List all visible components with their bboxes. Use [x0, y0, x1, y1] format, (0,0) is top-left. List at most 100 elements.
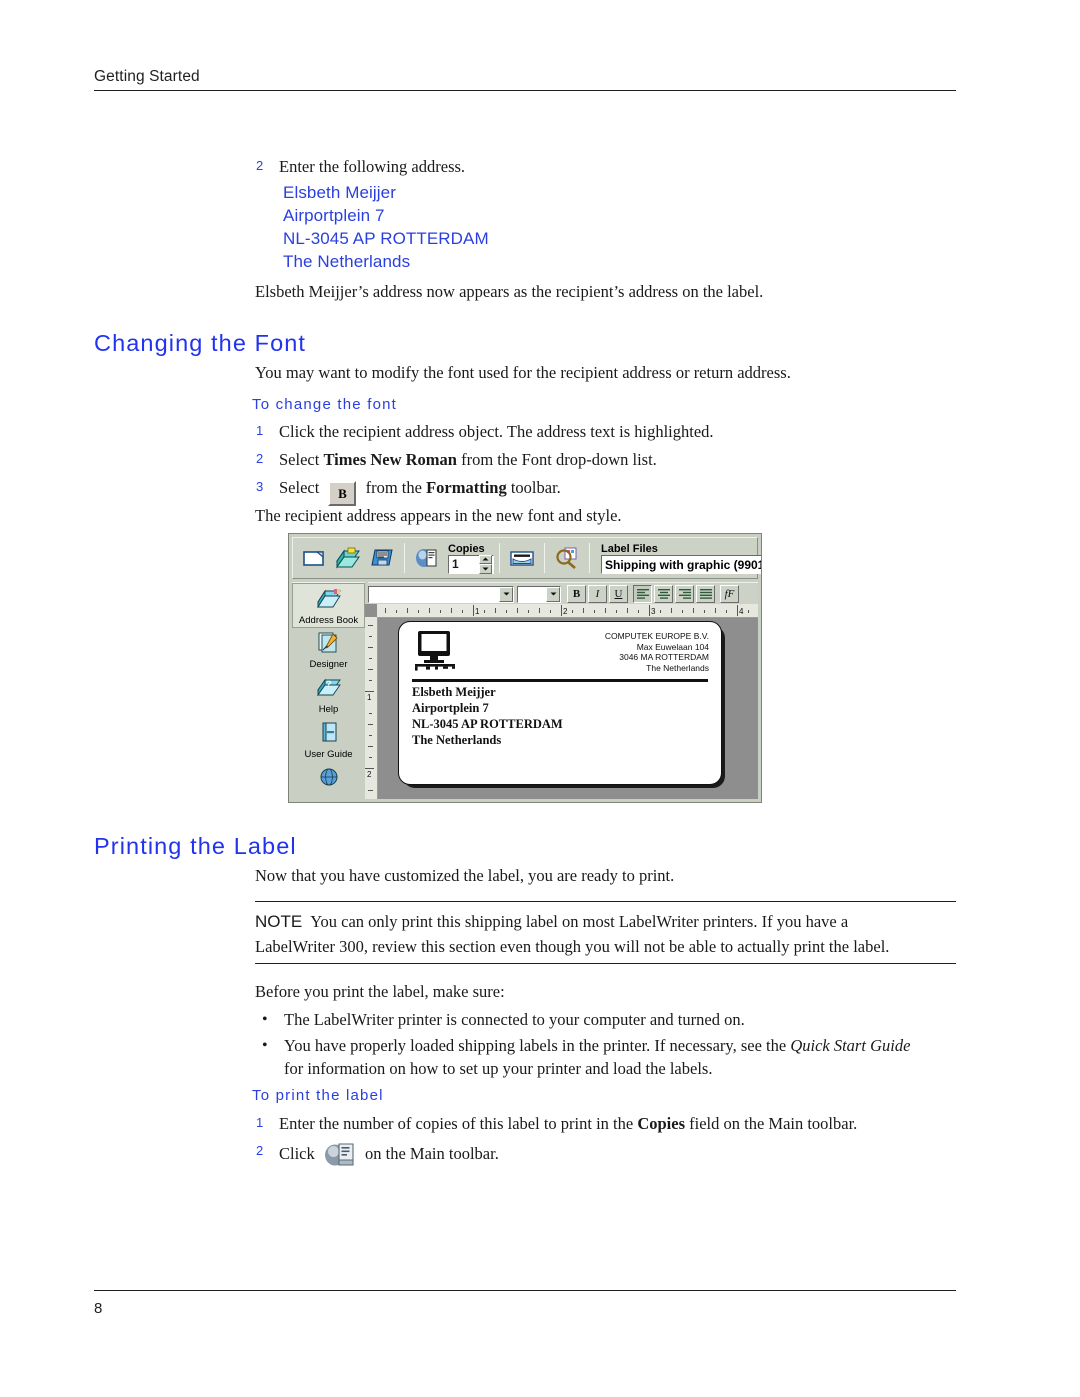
step-text: Enter the following address.: [279, 157, 466, 176]
align-justify-button[interactable]: [696, 585, 715, 603]
align-center-button[interactable]: [654, 585, 673, 603]
sidebar-label: Designer: [309, 659, 348, 670]
chevron-down-icon[interactable]: [499, 586, 513, 602]
label-canvas[interactable]: 1 2 3 4 1 2 COMPUTEK EUROPE B.V. Max Euw…: [365, 604, 758, 799]
return-address-line-4: The Netherlands: [646, 662, 709, 673]
vertical-ruler: 1 2: [365, 617, 378, 799]
label-return-address: COMPUTEK EUROPE B.V. Max Euwelaan 104 30…: [605, 631, 709, 673]
step-number: 2: [256, 158, 264, 173]
sidebar-item-user-guide[interactable]: User Guide: [292, 718, 365, 763]
before-print-text: Before you print the label, make sure:: [255, 982, 505, 1001]
vruler-mark-1: 1: [367, 693, 372, 702]
step-text-pre: Click: [279, 1144, 319, 1163]
copies-value: 1: [452, 557, 459, 571]
underline-button[interactable]: U: [609, 585, 628, 603]
labelwriter-app-screenshot: Copies 1 Label Files Shipping with graph…: [288, 533, 762, 803]
font-size-dropdown[interactable]: [517, 585, 561, 603]
list-item: 3 Select B from the Formatting toolbar.: [256, 476, 956, 506]
stepper-up-icon[interactable]: [479, 554, 492, 564]
list-item: • You have properly loaded shipping labe…: [258, 1034, 958, 1080]
address-book-icon: [316, 587, 342, 614]
step-number: 2: [256, 451, 264, 466]
address-line-3: NL-3045 AP ROTTERDAM: [283, 229, 489, 248]
address-line-1: Elsbeth Meijjer: [283, 183, 396, 202]
label-files-input[interactable]: Shipping with graphic (99014): [601, 554, 761, 574]
svg-text:?: ?: [326, 679, 332, 689]
step-number: 1: [256, 423, 264, 438]
app-sidebar: Address Book Designer ? Help User Guide: [292, 582, 365, 800]
user-guide-icon: [316, 721, 342, 748]
sidebar-item-help[interactable]: ? Help: [292, 673, 365, 718]
new-label-icon[interactable]: [301, 545, 327, 571]
step-text-pre: Select: [279, 450, 324, 469]
step-text-post: on the Main toolbar.: [360, 1144, 499, 1163]
label-files-group: Label Files Shipping with graphic (99014…: [601, 542, 761, 574]
font-name-dropdown[interactable]: [368, 585, 514, 603]
sidebar-item-address-book[interactable]: Address Book: [292, 583, 365, 628]
step-text: Select B from the Formatting toolbar.: [279, 476, 561, 506]
italic-button[interactable]: I: [588, 585, 607, 603]
open-file-icon[interactable]: [335, 545, 361, 571]
insert-label-icon[interactable]: [509, 545, 535, 571]
formatting-toolbar: B I U fF: [368, 582, 758, 605]
note-rule-bottom: [255, 963, 956, 964]
bold-button[interactable]: B: [567, 585, 586, 603]
ruler-mark-4: 4: [739, 607, 744, 616]
document-page: Getting Started 2 Enter the following ad…: [0, 0, 1080, 1397]
procedure-heading-change-font: To change the font: [252, 396, 398, 413]
bullet-text: You have properly loaded shipping labels…: [284, 1034, 910, 1080]
list-item: 1 Enter the number of copies of this lab…: [256, 1112, 966, 1135]
bullet-text-italic: Quick Start Guide: [790, 1036, 911, 1055]
font-size-value: [518, 587, 546, 602]
printer-icon: [323, 1140, 357, 1174]
bullet-glyph: •: [262, 1011, 268, 1028]
save-file-icon[interactable]: [369, 545, 395, 571]
globe-icon: [316, 766, 342, 793]
changing-font-result: The recipient address appears in the new…: [255, 506, 622, 525]
print-icon[interactable]: [414, 545, 440, 571]
horizontal-ruler: 1 2 3 4: [377, 604, 758, 618]
copies-stepper[interactable]: [479, 554, 492, 574]
stepper-down-icon[interactable]: [479, 564, 492, 574]
label-recipient-address[interactable]: Elsbeth Meijjer Airportplein 7 NL-3045 A…: [412, 684, 563, 748]
bold-button-glyph: B: [328, 481, 357, 506]
procedure-heading-print-label: To print the label: [252, 1087, 384, 1104]
bullet-text-line-2: for information on how to set up your pr…: [284, 1059, 713, 1078]
step-text-post: from the Font drop-down list.: [456, 450, 657, 469]
list-item: • The LabelWriter printer is connected t…: [258, 1008, 958, 1031]
recipient-line-1: Elsbeth Meijjer: [412, 685, 496, 699]
designer-icon: [316, 631, 342, 658]
align-left-button[interactable]: [633, 585, 652, 603]
address-line-4: The Netherlands: [283, 252, 411, 271]
sidebar-label: Help: [318, 704, 339, 715]
step-text-mid: from the: [361, 478, 427, 497]
step-text: Click on the Main toolbar.: [279, 1140, 499, 1174]
toolbar-separator: [499, 543, 500, 573]
list-item: 2 Enter the following address.: [256, 155, 956, 178]
sidebar-label: User Guide: [304, 749, 353, 760]
recipient-line-4: The Netherlands: [412, 733, 502, 747]
step-text-bold: Copies: [637, 1114, 685, 1133]
ruler-mark-3: 3: [651, 607, 656, 616]
label-files-label: Label Files: [601, 542, 658, 555]
ruler-mark-2: 2: [563, 607, 568, 616]
toolbar-separator: [404, 543, 405, 573]
chevron-down-icon[interactable]: [546, 586, 560, 602]
preview-icon[interactable]: [554, 545, 580, 571]
label-preview[interactable]: COMPUTEK EUROPE B.V. Max Euwelaan 104 30…: [398, 621, 722, 785]
copies-label: Copies: [448, 542, 485, 555]
font-effects-button[interactable]: fF: [720, 585, 739, 603]
sidebar-item-partial[interactable]: [292, 763, 365, 800]
step-text-post: field on the Main toolbar.: [685, 1114, 858, 1133]
copies-input[interactable]: 1: [448, 554, 494, 574]
step-text: Click the recipient address object. The …: [279, 422, 714, 441]
sidebar-label: Address Book: [298, 615, 359, 626]
step-text-bold: Formatting: [426, 478, 507, 497]
return-address-line-2: Max Euwelaan 104: [636, 641, 709, 652]
ruler-mark-1: 1: [475, 607, 480, 616]
sidebar-item-designer[interactable]: Designer: [292, 628, 365, 673]
list-item: 1 Click the recipient address object. Th…: [256, 420, 956, 443]
computer-monitor-icon: [413, 630, 459, 677]
align-right-button[interactable]: [675, 585, 694, 603]
running-header-rule: [94, 90, 956, 91]
